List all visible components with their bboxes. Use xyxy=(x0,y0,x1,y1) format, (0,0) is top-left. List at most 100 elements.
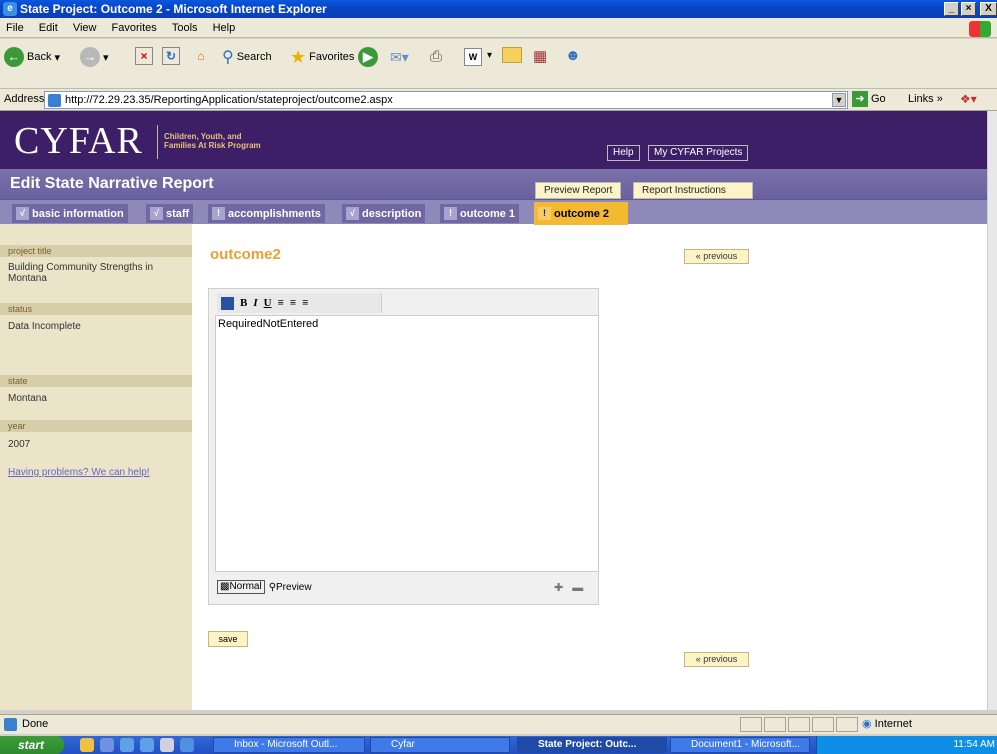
normal-mode-button[interactable]: ▩Normal xyxy=(217,580,265,594)
back-button[interactable]: ← Back ▾ xyxy=(4,44,60,70)
home-icon[interactable]: ⌂ xyxy=(192,47,210,65)
status-text: Done xyxy=(22,718,49,730)
menu-tools[interactable]: Tools xyxy=(172,22,198,34)
messenger-icon[interactable]: ☻ xyxy=(565,47,581,64)
globe-icon: ◉ xyxy=(862,718,872,730)
zone-label: Internet xyxy=(874,718,912,730)
project-title-label: project title xyxy=(0,245,192,257)
status-panel xyxy=(764,717,786,732)
help-link[interactable]: Having problems? We can help! xyxy=(8,467,150,478)
back-arrow-icon: ← xyxy=(4,47,24,67)
go-arrow-icon: ➜ xyxy=(852,91,868,107)
go-button[interactable]: ➜ Go xyxy=(852,91,886,107)
bold-icon[interactable]: B xyxy=(240,297,247,309)
quicklaunch-icon[interactable] xyxy=(160,738,174,752)
quicklaunch-icon[interactable] xyxy=(100,738,114,752)
previous-button-top[interactable]: « previous xyxy=(684,249,749,264)
align-center-icon[interactable]: ≡ xyxy=(290,297,296,309)
editor-text-area[interactable]: RequiredNotEntered xyxy=(215,315,599,572)
taskbar-item-cyfar[interactable]: Cyfar xyxy=(370,737,510,753)
menu-edit[interactable]: Edit xyxy=(39,22,58,34)
toolbar-extension-icon[interactable]: ❖▾ xyxy=(960,92,977,106)
tab-basic-information[interactable]: √ basic information xyxy=(12,204,128,223)
cyfar-logo[interactable]: CYFAR xyxy=(14,119,143,163)
forward-button[interactable]: → ▾ xyxy=(80,44,109,70)
report-instructions-tab[interactable]: Report Instructions xyxy=(633,182,753,199)
page-icon xyxy=(4,718,17,731)
search-button[interactable]: ⚲ Search xyxy=(222,44,272,70)
edit-icon[interactable]: W xyxy=(464,48,482,66)
align-left-icon[interactable]: ≡ xyxy=(278,297,284,309)
menu-help[interactable]: Help xyxy=(213,22,236,34)
editor-toolbar: B I U ≡ ≡ ≡ xyxy=(217,293,382,313)
media-icon[interactable]: ▶ xyxy=(358,47,378,67)
tab-accomplishments[interactable]: ! accomplishments xyxy=(208,204,325,223)
folder-icon[interactable] xyxy=(502,47,522,63)
save-button[interactable]: save xyxy=(208,631,248,647)
close-button[interactable]: X xyxy=(980,2,997,16)
logo-divider xyxy=(157,125,158,159)
minimize-button[interactable]: _ xyxy=(944,2,959,16)
menu-favorites[interactable]: Favorites xyxy=(112,22,157,34)
menu-bar: File Edit View Favorites Tools Help xyxy=(0,18,997,38)
taskbar-item-word[interactable]: Document1 - Microsoft... xyxy=(670,737,810,753)
chevron-down-icon[interactable]: ▾ xyxy=(487,50,492,61)
back-label: Back xyxy=(27,51,52,63)
status-label: status xyxy=(0,303,192,315)
tab-staff[interactable]: √ staff xyxy=(146,204,194,223)
clock[interactable]: 11:54 AM xyxy=(953,739,995,750)
state-value: Montana xyxy=(8,393,47,404)
chevron-down-icon: ▾ xyxy=(103,51,109,64)
outcome-title: outcome2 xyxy=(210,246,281,263)
quicklaunch-icon[interactable] xyxy=(140,738,154,752)
research-icon[interactable]: ▦ xyxy=(533,47,547,65)
taskbar-item-outlook[interactable]: Inbox - Microsoft Outl... xyxy=(213,737,365,753)
start-button[interactable]: start xyxy=(0,736,64,754)
page-scrollbar[interactable] xyxy=(987,111,997,710)
stop-icon[interactable]: × xyxy=(135,47,153,65)
tab-outcome-1[interactable]: ! outcome 1 xyxy=(440,204,520,223)
tab-outcome-2[interactable]: ! outcome 2 xyxy=(534,202,628,225)
tab-label: description xyxy=(362,207,422,220)
align-right-icon[interactable]: ≡ xyxy=(302,297,308,309)
warning-icon: ! xyxy=(212,207,225,220)
quicklaunch-icon[interactable] xyxy=(180,738,194,752)
forward-arrow-icon: → xyxy=(80,47,100,67)
check-icon: √ xyxy=(150,207,163,220)
logo-subtitle-line1: Children, Youth, and xyxy=(164,132,242,141)
tab-description[interactable]: √ description xyxy=(342,204,426,223)
status-panel xyxy=(836,717,858,732)
underline-icon[interactable]: U xyxy=(264,297,272,309)
links-button[interactable]: Links » xyxy=(908,93,943,105)
help-button[interactable]: Help xyxy=(607,145,640,161)
chevron-down-icon: ▾ xyxy=(54,51,60,64)
status-bar: Done ◉ Internet xyxy=(0,714,997,734)
italic-icon[interactable]: I xyxy=(253,297,257,309)
quicklaunch-icon[interactable] xyxy=(120,738,134,752)
menu-view[interactable]: View xyxy=(73,22,97,34)
address-dropdown-icon[interactable]: ▼ xyxy=(832,93,846,107)
favorites-button[interactable]: ★ Favorites xyxy=(290,44,354,70)
system-tray: 11:54 AM xyxy=(816,736,997,754)
save-icon[interactable] xyxy=(221,296,234,310)
search-label: Search xyxy=(236,51,272,63)
taskbar-item-ie[interactable]: State Project: Outc... xyxy=(517,737,667,753)
start-label: start xyxy=(18,738,45,752)
preview-report-tab[interactable]: Preview Report xyxy=(535,182,622,199)
editor-resize-icons[interactable]: ✚ ▬ xyxy=(554,581,586,594)
project-sidebar: project title Building Community Strengt… xyxy=(0,224,192,710)
preview-mode-button[interactable]: ⚲Preview xyxy=(269,582,312,593)
status-panel xyxy=(788,717,810,732)
menu-file[interactable]: File xyxy=(6,22,24,34)
mail-icon[interactable]: ✉▾ xyxy=(390,49,409,66)
print-icon[interactable]: ⎙ xyxy=(430,48,442,65)
maximize-button[interactable]: × xyxy=(961,2,976,16)
site-banner: CYFAR Children, Youth, and Families At R… xyxy=(0,111,987,169)
editor-mode-switch: ▩Normal ⚲Preview xyxy=(217,580,312,594)
previous-button-bottom[interactable]: « previous xyxy=(684,652,749,667)
refresh-icon[interactable]: ↻ xyxy=(162,47,180,65)
section-tab-bar: √ basic information √ staff ! accomplish… xyxy=(0,199,987,225)
address-input[interactable]: http://72.29.23.35/ReportingApplication/… xyxy=(44,91,848,109)
my-cyfar-projects-button[interactable]: My CYFAR Projects xyxy=(648,145,749,161)
quicklaunch-icon[interactable] xyxy=(80,738,94,752)
